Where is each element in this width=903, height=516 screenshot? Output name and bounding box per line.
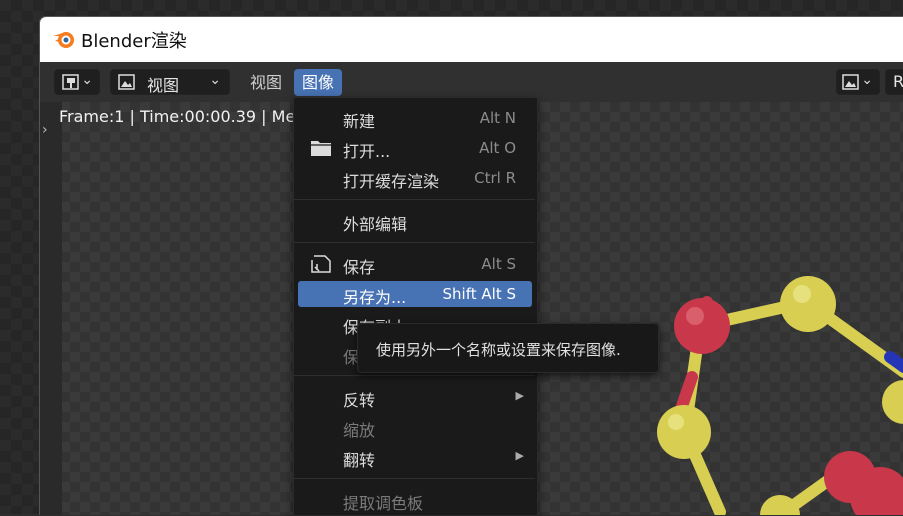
menu-item-open-cached-render[interactable]: 打开缓存渲染 Ctrl R bbox=[298, 165, 532, 191]
menu-separator bbox=[294, 242, 535, 243]
menu-separator bbox=[294, 375, 535, 376]
display-mode-button[interactable]: ⌄ bbox=[836, 69, 880, 95]
menu-item-flip[interactable]: 翻转 ▶ bbox=[298, 444, 532, 470]
render-info-text: Frame:1 | Time:00:00.39 | Me bbox=[59, 107, 296, 126]
chevron-down-icon: ⌄ bbox=[81, 72, 93, 88]
menu-item-save[interactable]: 保存 Alt S bbox=[298, 251, 532, 277]
image-icon bbox=[118, 74, 135, 90]
menu-item-new[interactable]: 新建 Alt N bbox=[298, 105, 532, 131]
submenu-arrow-icon: ▶ bbox=[515, 389, 524, 402]
view-dropdown-label: 视图 bbox=[147, 76, 180, 95]
render-slot-button[interactable]: R bbox=[885, 69, 903, 95]
editor-type-button[interactable]: ⌄ bbox=[54, 69, 100, 95]
image-editor-header: ⌄ 视图 ⌄ 视图 图像 ⌄ R bbox=[40, 62, 903, 102]
tooltip-text: 使用另外一个名称或设置来保存图像. bbox=[376, 341, 621, 359]
menu-separator bbox=[294, 199, 535, 200]
menu-view[interactable]: 视图 bbox=[242, 69, 290, 96]
view-mode-dropdown[interactable]: 视图 ⌄ bbox=[110, 69, 230, 95]
menu-item-resize[interactable]: 缩放 bbox=[298, 414, 532, 440]
tooltip: 使用另外一个名称或设置来保存图像. bbox=[357, 323, 659, 373]
menu-item-open[interactable]: 打开... Alt O bbox=[298, 135, 532, 161]
save-icon bbox=[311, 255, 331, 273]
menu-item-save-as[interactable]: 另存为... Shift Alt S bbox=[298, 281, 532, 307]
menu-item-invert[interactable]: 反转 ▶ bbox=[298, 384, 532, 410]
menu-item-edit-externally[interactable]: 外部编辑 bbox=[298, 208, 532, 234]
window-title: Blender渲染 bbox=[81, 31, 187, 52]
chevron-down-icon: ⌄ bbox=[861, 72, 873, 88]
render-slot-label: R bbox=[893, 72, 903, 91]
chevron-down-icon: ⌄ bbox=[209, 72, 221, 88]
submenu-arrow-icon: ▶ bbox=[515, 449, 524, 462]
folder-icon bbox=[311, 141, 331, 156]
image-menu-dropdown: 新建 Alt N 打开... Alt O 打开缓存渲染 Ctrl R 外部编辑 … bbox=[293, 97, 538, 516]
image-icon bbox=[842, 74, 859, 90]
title-bar: Blender渲染 bbox=[40, 17, 903, 62]
blender-logo-icon bbox=[53, 32, 74, 48]
menu-item-extract-palette[interactable]: 提取调色板 bbox=[298, 487, 532, 513]
image-editor-icon bbox=[62, 74, 79, 90]
menu-separator bbox=[294, 478, 535, 479]
menu-image[interactable]: 图像 bbox=[294, 69, 343, 96]
